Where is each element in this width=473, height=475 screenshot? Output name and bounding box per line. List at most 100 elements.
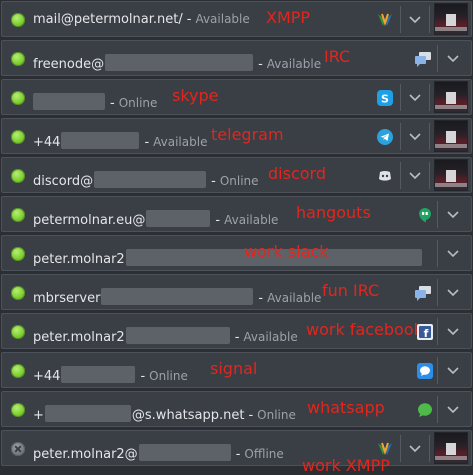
discord-icon <box>376 167 394 185</box>
xmpp-icon <box>376 440 394 458</box>
account-list: mail@petermolnar.net/ - Available XMPP f… <box>0 0 473 475</box>
redacted-text <box>105 54 254 71</box>
chevron-down-icon[interactable] <box>407 169 423 183</box>
separator: - <box>211 174 216 189</box>
account-row-xmpp[interactable]: mail@petermolnar.net/ - Available XMPP <box>1 1 472 37</box>
chevron-down-icon[interactable] <box>445 208 461 222</box>
divider <box>437 45 438 72</box>
chevron-down-icon[interactable] <box>445 247 461 261</box>
skype-icon: S <box>376 89 394 107</box>
avatar[interactable] <box>434 159 468 191</box>
account-row-hangouts[interactable]: petermolnar.eu@ - Available hangouts <box>1 196 472 232</box>
status-available-icon <box>11 325 25 339</box>
annotation-label: telegram <box>211 125 284 144</box>
account-row-irc[interactable]: freenode@ - Available IRC <box>1 40 472 76</box>
chevron-down-icon[interactable] <box>445 325 461 339</box>
separator: - <box>248 408 254 423</box>
hangouts-icon <box>416 206 434 224</box>
annotation-label: XMPP <box>266 8 311 27</box>
whatsapp-icon <box>416 401 434 419</box>
facebook-icon: f <box>416 323 434 341</box>
redacted-text <box>101 288 254 305</box>
account-label: peter.molnar2 - Available <box>33 324 298 345</box>
chevron-down-icon[interactable] <box>445 52 461 66</box>
annotation-label: discord <box>268 164 326 183</box>
account-id: discord@ <box>33 174 94 189</box>
divider <box>400 84 401 111</box>
divider <box>437 240 438 267</box>
account-status: Online <box>118 96 158 110</box>
chevron-down-icon[interactable] <box>407 130 423 144</box>
account-id: petermolnar.eu@ <box>33 213 146 228</box>
status-available-icon <box>11 286 25 300</box>
divider <box>437 357 438 384</box>
redacted-text <box>44 405 131 422</box>
account-status: Available <box>267 291 322 305</box>
redacted-text <box>61 132 140 149</box>
chevron-down-icon[interactable] <box>445 286 461 300</box>
chevron-down-icon[interactable] <box>407 13 423 27</box>
account-label: + @s.whatsapp.net - Online <box>33 402 296 423</box>
account-row-skype[interactable]: - Online skype S <box>1 79 472 115</box>
annotation-label: whatsapp <box>307 398 385 417</box>
status-offline-icon <box>11 442 25 456</box>
account-row-telegram[interactable]: +44 - Available telegram <box>1 118 472 154</box>
redacted-text <box>138 444 231 461</box>
divider <box>437 318 438 345</box>
chevron-down-icon[interactable] <box>407 91 423 105</box>
account-id: peter.molnar2@ <box>33 447 138 462</box>
account-row-work-xmpp[interactable]: peter.molnar2@ - Offline work XMPP <box>1 430 472 475</box>
account-status: Available <box>153 135 208 149</box>
irc-chat-icon <box>414 50 432 68</box>
account-status: Offline <box>244 447 284 461</box>
account-label: +44 - Online <box>33 363 188 384</box>
divider <box>429 6 430 33</box>
chevron-down-icon[interactable] <box>407 442 423 456</box>
account-row-fun-irc[interactable]: mbrserver - Available fun IRC <box>1 274 472 310</box>
avatar[interactable] <box>434 120 468 152</box>
account-label: discord@ - Online <box>33 168 259 189</box>
chevron-down-icon[interactable] <box>445 364 461 378</box>
annotation-label: hangouts <box>296 203 371 222</box>
account-status: Available <box>266 57 322 71</box>
divider <box>437 201 438 228</box>
account-status: Available <box>224 213 279 227</box>
account-row-slack[interactable]: peter.molnar2 work slack <box>1 235 472 271</box>
account-status: Available <box>243 330 298 344</box>
avatar[interactable] <box>434 3 468 35</box>
redacted-text <box>146 210 211 227</box>
account-label: petermolnar.eu@ - Available <box>33 207 278 228</box>
divider <box>400 123 401 150</box>
divider <box>429 435 430 462</box>
account-label: mbrserver - Available <box>33 285 321 306</box>
chevron-down-icon[interactable] <box>445 403 461 417</box>
account-row-signal[interactable]: +44 - Online signal <box>1 352 472 388</box>
svg-text:S: S <box>381 93 389 106</box>
account-label: freenode@ - Available <box>33 51 321 72</box>
separator: - <box>186 12 192 27</box>
account-row-facebook[interactable]: peter.molnar2 - Available work facebook … <box>1 313 472 349</box>
status-available-icon <box>11 208 25 222</box>
divider <box>429 123 430 150</box>
account-status: Online <box>257 408 296 422</box>
svg-text:f: f <box>424 327 429 340</box>
status-available-icon <box>11 403 25 417</box>
divider <box>429 84 430 111</box>
avatar[interactable] <box>434 432 468 464</box>
annotation-label: fun IRC <box>322 281 380 300</box>
separator: - <box>235 447 241 462</box>
account-label: - Online <box>33 90 157 111</box>
annotation-label: skype <box>172 86 219 105</box>
account-id: +44 <box>33 135 61 150</box>
account-row-discord[interactable]: discord@ - Online discord <box>1 157 472 193</box>
avatar[interactable] <box>434 81 468 113</box>
redacted-text <box>94 171 207 188</box>
account-row-whatsapp[interactable]: + @s.whatsapp.net - Online whatsapp <box>1 391 472 427</box>
annotation-label: work slack <box>244 242 329 261</box>
redacted-text <box>125 327 230 344</box>
status-available-icon <box>11 247 25 261</box>
annotation-label: work facebook <box>306 320 423 339</box>
telegram-icon <box>376 128 394 146</box>
status-available-icon <box>11 364 25 378</box>
account-id: +44 <box>33 369 61 384</box>
